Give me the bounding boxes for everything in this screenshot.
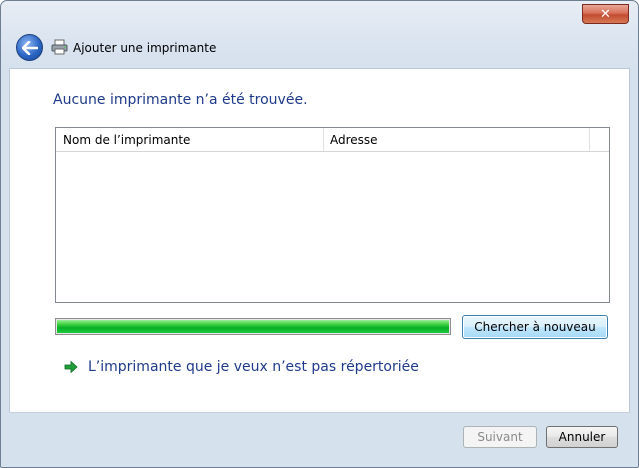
- column-header-address[interactable]: Adresse: [324, 128, 590, 151]
- close-button[interactable]: ✕: [582, 4, 629, 24]
- window-title: Ajouter une imprimante: [73, 41, 217, 55]
- status-heading: Aucune imprimante n’a été trouvée.: [53, 92, 308, 108]
- printer-not-listed-label: L’imprimante que je veux n’est pas réper…: [88, 359, 419, 375]
- add-printer-window: ✕ Ajouter une imprimante Aucune impriman…: [0, 0, 639, 468]
- printer-not-listed-link[interactable]: L’imprimante que je veux n’est pas réper…: [64, 359, 419, 375]
- column-header-name[interactable]: Nom de l’imprimante: [56, 128, 324, 151]
- next-button[interactable]: Suivant: [463, 426, 537, 448]
- back-button[interactable]: [16, 34, 43, 61]
- close-icon: ✕: [600, 6, 611, 22]
- footer-divider: [9, 412, 630, 413]
- printer-icon: [51, 39, 68, 55]
- search-progress-bar: [55, 318, 451, 335]
- search-again-button[interactable]: Chercher à nouveau: [462, 315, 608, 339]
- green-arrow-icon: [64, 360, 78, 374]
- list-header: Nom de l’imprimante Adresse: [56, 128, 609, 152]
- printer-list[interactable]: Nom de l’imprimante Adresse: [55, 127, 610, 303]
- column-header-filler: [590, 128, 609, 151]
- cancel-button[interactable]: Annuler: [546, 426, 618, 448]
- back-arrow-icon: [21, 40, 38, 55]
- content-area: Aucune imprimante n’a été trouvée. Nom d…: [9, 68, 630, 412]
- progress-fill: [57, 320, 449, 333]
